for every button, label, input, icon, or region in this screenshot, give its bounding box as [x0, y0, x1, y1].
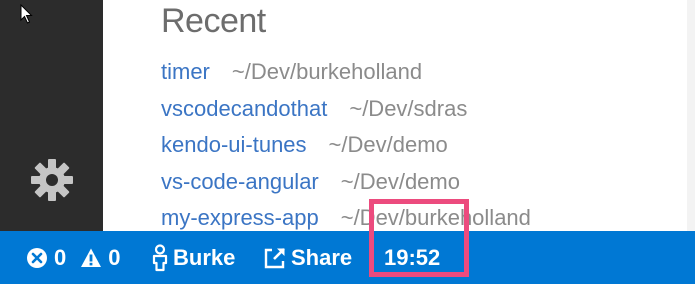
- vscode-window: Recent timer ~/Dev/burkeholland vscodecan…: [0, 0, 695, 284]
- problems-indicator[interactable]: 0 0: [26, 231, 121, 284]
- editor-scrollbar[interactable]: [687, 0, 695, 231]
- gear-icon[interactable]: [29, 157, 75, 203]
- recent-item-link[interactable]: vscodecandothat: [161, 96, 327, 121]
- recent-item-path: ~/Dev/demo: [328, 132, 448, 157]
- recent-item: vscodecandothat ~/Dev/sdras: [161, 91, 531, 128]
- warning-count: 0: [108, 244, 121, 270]
- warning-icon: [81, 248, 102, 267]
- recent-item-path: ~/Dev/burkeholland: [340, 205, 531, 230]
- clock-display[interactable]: 19:52: [384, 231, 440, 284]
- error-icon: [27, 247, 47, 268]
- user-name: Burke: [173, 244, 236, 270]
- activity-bar: [0, 0, 103, 231]
- recent-item: my-express-app ~/Dev/burkeholland: [161, 200, 531, 231]
- user-account[interactable]: Burke: [151, 231, 235, 284]
- share-label: Share: [291, 244, 353, 270]
- recent-item-path: ~/Dev/demo: [340, 168, 460, 194]
- recent-item-path: ~/Dev/sdras: [349, 95, 468, 121]
- status-bar: 0 0 Burke Share: [0, 231, 695, 284]
- recent-item-path: ~/Dev/burkeholland: [231, 59, 423, 84]
- welcome-page: Recent timer ~/Dev/burkeholland vscodecan…: [103, 0, 695, 231]
- share-icon: [264, 247, 285, 268]
- recent-item-link[interactable]: kendo-ui-tunes: [161, 132, 307, 157]
- recent-item: kendo-ui-tunes ~/Dev/demo: [161, 127, 531, 164]
- share-button[interactable]: Share: [263, 231, 352, 284]
- user-icon: [152, 243, 168, 271]
- recent-item: timer ~/Dev/burkeholland: [161, 54, 531, 91]
- cursor-icon: [20, 4, 33, 24]
- recent-heading: Recent: [161, 2, 266, 40]
- recent-list: timer ~/Dev/burkeholland vscodecandothat ~…: [161, 54, 531, 231]
- recent-item-link[interactable]: my-express-app: [161, 205, 319, 230]
- error-count: 0: [54, 244, 67, 270]
- recent-item: vs-code-angular ~/Dev/demo: [161, 164, 531, 201]
- recent-item-link[interactable]: timer: [161, 59, 210, 84]
- recent-item-link[interactable]: vs-code-angular: [161, 169, 319, 194]
